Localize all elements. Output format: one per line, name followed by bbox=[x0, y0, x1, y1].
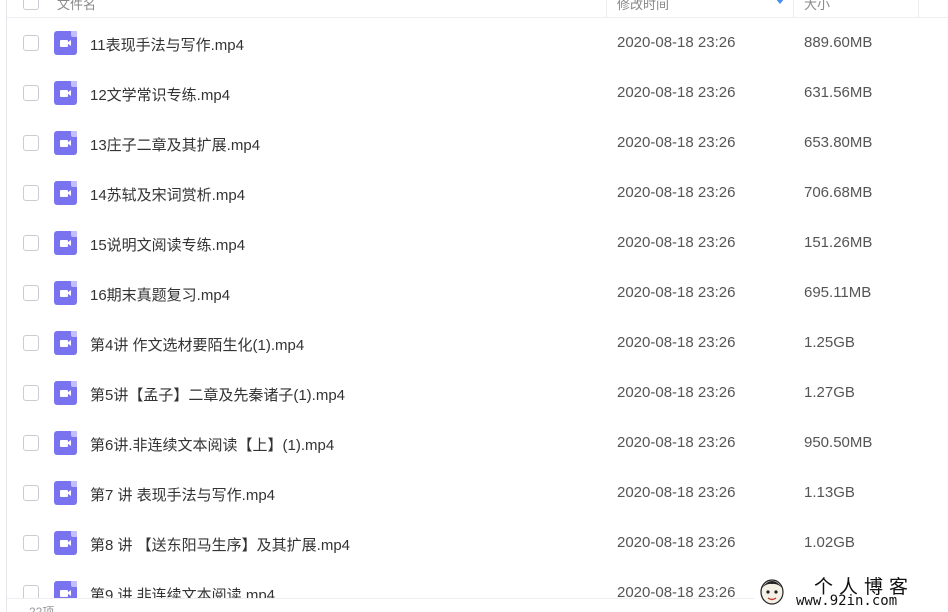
file-size: 1.27GB bbox=[804, 384, 855, 401]
file-name[interactable]: 16期末真题复习.mp4 bbox=[90, 284, 230, 305]
file-modified-time: 2020-08-18 23:26 bbox=[617, 334, 736, 351]
file-row[interactable]: 第7 讲 表现手法与写作.mp4 2020-08-18 23:26 1.13GB bbox=[7, 468, 948, 518]
row-checkbox[interactable] bbox=[23, 35, 39, 51]
file-row[interactable]: 14苏轼及宋词赏析.mp4 2020-08-18 23:26 706.68MB bbox=[7, 168, 948, 218]
row-checkbox[interactable] bbox=[23, 135, 39, 151]
file-name[interactable]: 第8 讲 【送东阳马生序】及其扩展.mp4 bbox=[90, 534, 350, 555]
file-list: 11表现手法与写作.mp4 2020-08-18 23:26 889.60MB 12文… bbox=[7, 18, 948, 612]
file-name[interactable]: 11表现手法与写作.mp4 bbox=[90, 34, 244, 55]
column-header-modified-time[interactable]: 修改时间 bbox=[617, 0, 669, 13]
file-size: 695.11MB bbox=[804, 284, 872, 301]
file-row[interactable]: 第6讲.非连续文本阅读【上】(1).mp4 2020-08-18 23:26 950… bbox=[7, 418, 948, 468]
watermark: 个人博客 www.92in.com bbox=[754, 571, 948, 612]
file-row[interactable]: 第8 讲 【送东阳马生序】及其扩展.mp4 2020-08-18 23:26 1.0… bbox=[7, 518, 948, 568]
file-row[interactable]: 第4讲 作文选材要陌生化(1).mp4 2020-08-18 23:26 1.25G… bbox=[7, 318, 948, 368]
file-row[interactable]: 13庄子二章及其扩展.mp4 2020-08-18 23:26 653.80MB bbox=[7, 118, 948, 168]
file-size: 1.02GB bbox=[804, 534, 855, 551]
item-count: 22项 bbox=[29, 605, 55, 612]
file-size: 706.68MB bbox=[804, 184, 873, 201]
file-name[interactable]: 第7 讲 表现手法与写作.mp4 bbox=[90, 484, 275, 505]
file-name[interactable]: 第6讲.非连续文本阅读【上】(1).mp4 bbox=[90, 434, 334, 455]
video-file-icon bbox=[54, 181, 77, 205]
file-modified-time: 2020-08-18 23:26 bbox=[617, 184, 736, 201]
file-modified-time: 2020-08-18 23:26 bbox=[617, 384, 736, 401]
file-row[interactable]: 16期末真题复习.mp4 2020-08-18 23:26 695.11MB bbox=[7, 268, 948, 318]
file-name[interactable]: 14苏轼及宋词赏析.mp4 bbox=[90, 184, 245, 205]
row-checkbox[interactable] bbox=[23, 285, 39, 301]
file-size: 653.80MB bbox=[804, 134, 873, 151]
row-checkbox[interactable] bbox=[23, 485, 39, 501]
column-divider[interactable] bbox=[606, 0, 607, 18]
watermark-url: www.92in.com bbox=[796, 593, 898, 609]
video-file-icon bbox=[54, 331, 77, 355]
video-file-icon bbox=[54, 431, 77, 455]
row-checkbox[interactable] bbox=[23, 85, 39, 101]
file-row[interactable]: 15说明文阅读专练.mp4 2020-08-18 23:26 151.26MB bbox=[7, 218, 948, 268]
file-row[interactable]: 12文学常识专练.mp4 2020-08-18 23:26 631.56MB bbox=[7, 68, 948, 118]
file-size: 889.60MB bbox=[804, 34, 873, 51]
row-checkbox[interactable] bbox=[23, 235, 39, 251]
file-modified-time: 2020-08-18 23:26 bbox=[617, 284, 736, 301]
file-modified-time: 2020-08-18 23:26 bbox=[617, 534, 736, 551]
file-name[interactable]: 13庄子二章及其扩展.mp4 bbox=[90, 134, 260, 155]
file-list-header: 文件名 修改时间 大小 bbox=[7, 0, 948, 18]
file-name[interactable]: 12文学常识专练.mp4 bbox=[90, 84, 230, 105]
column-divider[interactable] bbox=[918, 0, 919, 18]
file-modified-time: 2020-08-18 23:26 bbox=[617, 34, 736, 51]
file-name[interactable]: 第4讲 作文选材要陌生化(1).mp4 bbox=[90, 334, 304, 355]
file-size: 151.26MB bbox=[804, 234, 873, 251]
row-checkbox[interactable] bbox=[23, 335, 39, 351]
row-checkbox[interactable] bbox=[23, 435, 39, 451]
video-file-icon bbox=[54, 531, 77, 555]
video-file-icon bbox=[54, 131, 77, 155]
row-checkbox[interactable] bbox=[23, 535, 39, 551]
file-modified-time: 2020-08-18 23:26 bbox=[617, 234, 736, 251]
video-file-icon bbox=[54, 381, 77, 405]
file-name[interactable]: 第5讲【孟子】二章及先秦诸子(1).mp4 bbox=[90, 384, 345, 405]
file-modified-time: 2020-08-18 23:26 bbox=[617, 484, 736, 501]
select-all-checkbox[interactable] bbox=[23, 0, 39, 10]
file-size: 1.25GB bbox=[804, 334, 855, 351]
file-size: 950.50MB bbox=[804, 434, 873, 451]
video-file-icon bbox=[54, 31, 77, 55]
row-checkbox[interactable] bbox=[23, 385, 39, 401]
video-file-icon bbox=[54, 81, 77, 105]
video-file-icon bbox=[54, 281, 77, 305]
column-header-name[interactable]: 文件名 bbox=[57, 0, 96, 13]
file-modified-time: 2020-08-18 23:26 bbox=[617, 84, 736, 101]
column-header-size[interactable]: 大小 bbox=[804, 0, 830, 13]
row-checkbox[interactable] bbox=[23, 185, 39, 201]
file-row[interactable]: 11表现手法与写作.mp4 2020-08-18 23:26 889.60MB bbox=[7, 18, 948, 68]
video-file-icon bbox=[54, 481, 77, 505]
file-row[interactable]: 第5讲【孟子】二章及先秦诸子(1).mp4 2020-08-18 23:26 1.2… bbox=[7, 368, 948, 418]
file-size: 631.56MB bbox=[804, 84, 873, 101]
sort-descending-icon[interactable] bbox=[775, 0, 785, 4]
file-modified-time: 2020-08-18 23:26 bbox=[617, 134, 736, 151]
video-file-icon bbox=[54, 231, 77, 255]
file-modified-time: 2020-08-18 23:26 bbox=[617, 434, 736, 451]
column-divider[interactable] bbox=[793, 0, 794, 18]
watermark-logo-icon bbox=[760, 579, 784, 605]
file-name[interactable]: 15说明文阅读专练.mp4 bbox=[90, 234, 245, 255]
file-size: 1.13GB bbox=[804, 484, 855, 501]
